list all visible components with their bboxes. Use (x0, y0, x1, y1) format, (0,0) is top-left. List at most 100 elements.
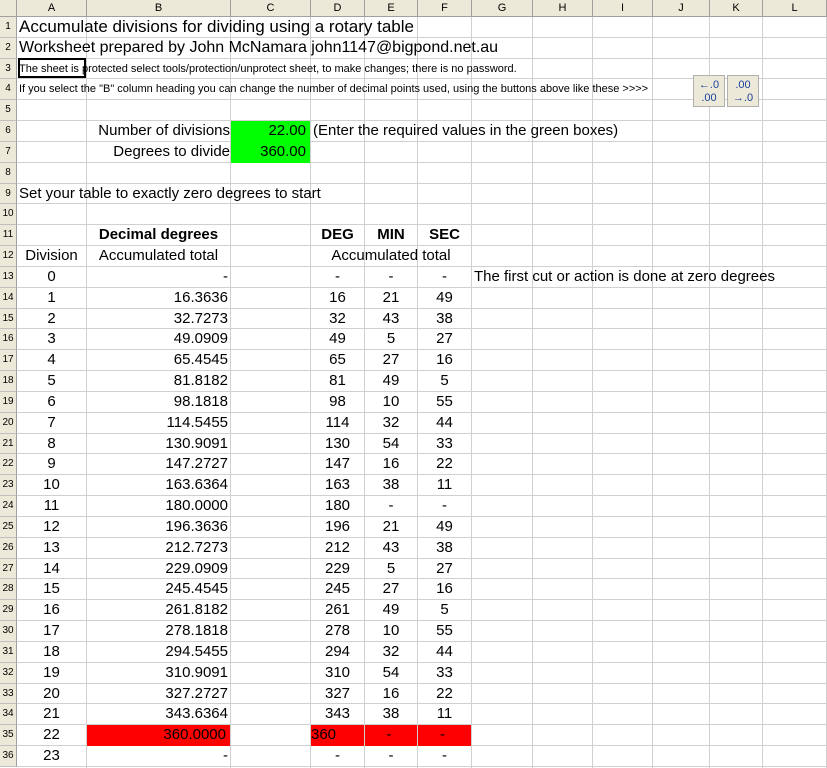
select-all-corner[interactable] (0, 0, 17, 17)
deg-value: 32 (329, 309, 346, 327)
sheet-title: Accumulate divisions for dividing using … (19, 17, 414, 36)
input-hint: (Enter the required values in the green … (313, 122, 619, 140)
decimal-degrees-value: 114.5455 (166, 413, 228, 431)
decimal-degrees-value: - (223, 747, 228, 765)
row-header-4[interactable]: 4 (0, 79, 17, 101)
row-header-33[interactable]: 33 (0, 683, 17, 705)
row-header-14[interactable]: 14 (0, 287, 17, 309)
decimal-degrees-value: 49.0909 (173, 330, 228, 348)
row-header-28[interactable]: 28 (0, 579, 17, 601)
deg-value: 343 (324, 705, 351, 723)
row-header-5[interactable]: 5 (0, 100, 17, 122)
column-header-c[interactable]: C (231, 0, 311, 17)
division-number: 1 (47, 288, 56, 306)
division-number: 8 (47, 434, 56, 452)
row-header-18[interactable]: 18 (0, 371, 17, 392)
row-header-10[interactable]: 10 (0, 204, 17, 226)
min-value: 5 (386, 559, 396, 577)
column-header-j[interactable]: J (653, 0, 710, 17)
deg-value: 16 (329, 288, 346, 306)
row-header-21[interactable]: 21 (0, 433, 17, 455)
sec-value: 44 (436, 413, 453, 431)
row-header-34[interactable]: 34 (0, 704, 17, 726)
row-header-19[interactable]: 19 (0, 391, 17, 413)
row-header-11[interactable]: 11 (0, 225, 17, 247)
row-header-7[interactable]: 7 (0, 141, 17, 163)
deg-value: 163 (324, 476, 351, 494)
row-header-36[interactable]: 36 (0, 746, 17, 767)
row-header-23[interactable]: 23 (0, 475, 17, 497)
row-header-30[interactable]: 30 (0, 621, 17, 642)
row-header-9[interactable]: 9 (0, 183, 17, 205)
sec-value: - (418, 725, 471, 747)
column-header-d[interactable]: D (311, 0, 365, 17)
division-number: 2 (47, 309, 56, 327)
min-header: MIN (377, 226, 405, 244)
division-header: Division (25, 247, 78, 265)
min-value: 27 (382, 351, 400, 369)
deg-value: 180 (324, 497, 351, 515)
decimal-degrees-value: 261.8182 (165, 601, 228, 619)
grid-line (310, 17, 311, 768)
row-header-26[interactable]: 26 (0, 537, 17, 559)
row-header-13[interactable]: 13 (0, 266, 17, 288)
row-header-20[interactable]: 20 (0, 412, 17, 434)
division-number: 11 (43, 497, 60, 515)
row-header-27[interactable]: 27 (0, 558, 17, 580)
deg-value: 310 (324, 663, 351, 681)
row-header-35[interactable]: 35 (0, 725, 17, 747)
column-header-a[interactable]: A (17, 0, 87, 17)
row-header-15[interactable]: 15 (0, 308, 17, 330)
sec-value: 55 (436, 622, 453, 640)
row-header-24[interactable]: 24 (0, 496, 17, 517)
min-value: 49 (382, 372, 400, 390)
sec-header: SEC (429, 226, 460, 244)
decimal-degrees-value: 180.0000 (165, 497, 228, 515)
column-header-k[interactable]: K (710, 0, 763, 17)
divisions-input[interactable]: 22.00 (231, 121, 310, 142)
row-header-2[interactable]: 2 (0, 37, 17, 59)
row-header-22[interactable]: 22 (0, 454, 17, 476)
min-value: 27 (382, 580, 400, 598)
division-number: 5 (47, 372, 56, 390)
row-header-29[interactable]: 29 (0, 600, 17, 622)
division-number: 17 (43, 622, 60, 640)
sec-value: 44 (436, 642, 453, 660)
min-value: - (388, 497, 394, 515)
decimal-degrees-value: 65.4545 (173, 351, 228, 369)
column-header-h[interactable]: H (533, 0, 593, 17)
column-header-i[interactable]: I (593, 0, 653, 17)
column-header-f[interactable]: F (418, 0, 472, 17)
row-header-1[interactable]: 1 (0, 17, 17, 38)
row-header-31[interactable]: 31 (0, 641, 17, 663)
sec-value: 38 (436, 538, 453, 556)
increase-decimal-button[interactable]: ←.0.00 (693, 75, 725, 107)
row-header-6[interactable]: 6 (0, 121, 17, 142)
deg-value: - (335, 747, 340, 765)
min-value: 38 (382, 705, 400, 723)
column-header-e[interactable]: E (365, 0, 418, 17)
column-header-l[interactable]: L (763, 0, 827, 17)
decimal-degrees-value: 343.6364 (165, 705, 228, 723)
sec-value: 55 (436, 392, 453, 410)
column-header-g[interactable]: G (472, 0, 533, 17)
sec-value: 49 (436, 288, 453, 306)
decrease-decimal-button[interactable]: .00 →.0 (727, 75, 759, 107)
min-value: 43 (382, 309, 400, 327)
division-number: 20 (43, 684, 60, 702)
row-header-25[interactable]: 25 (0, 516, 17, 538)
row-header-17[interactable]: 17 (0, 350, 17, 372)
deg-value: 245 (324, 580, 351, 598)
column-header-b[interactable]: B (87, 0, 231, 17)
division-number: 10 (43, 476, 60, 494)
row-header-3[interactable]: 3 (0, 58, 17, 80)
increase-decimal-icon: ←.0.00 (698, 79, 720, 104)
row-header-32[interactable]: 32 (0, 662, 17, 684)
decimal-note: If you select the "B" column heading you… (19, 83, 649, 96)
row-header-8[interactable]: 8 (0, 162, 17, 184)
deg-value: 81 (329, 372, 346, 390)
row-header-12[interactable]: 12 (0, 246, 17, 267)
degrees-input[interactable]: 360.00 (231, 141, 310, 163)
row-header-16[interactable]: 16 (0, 329, 17, 351)
sec-value: 16 (436, 580, 453, 598)
